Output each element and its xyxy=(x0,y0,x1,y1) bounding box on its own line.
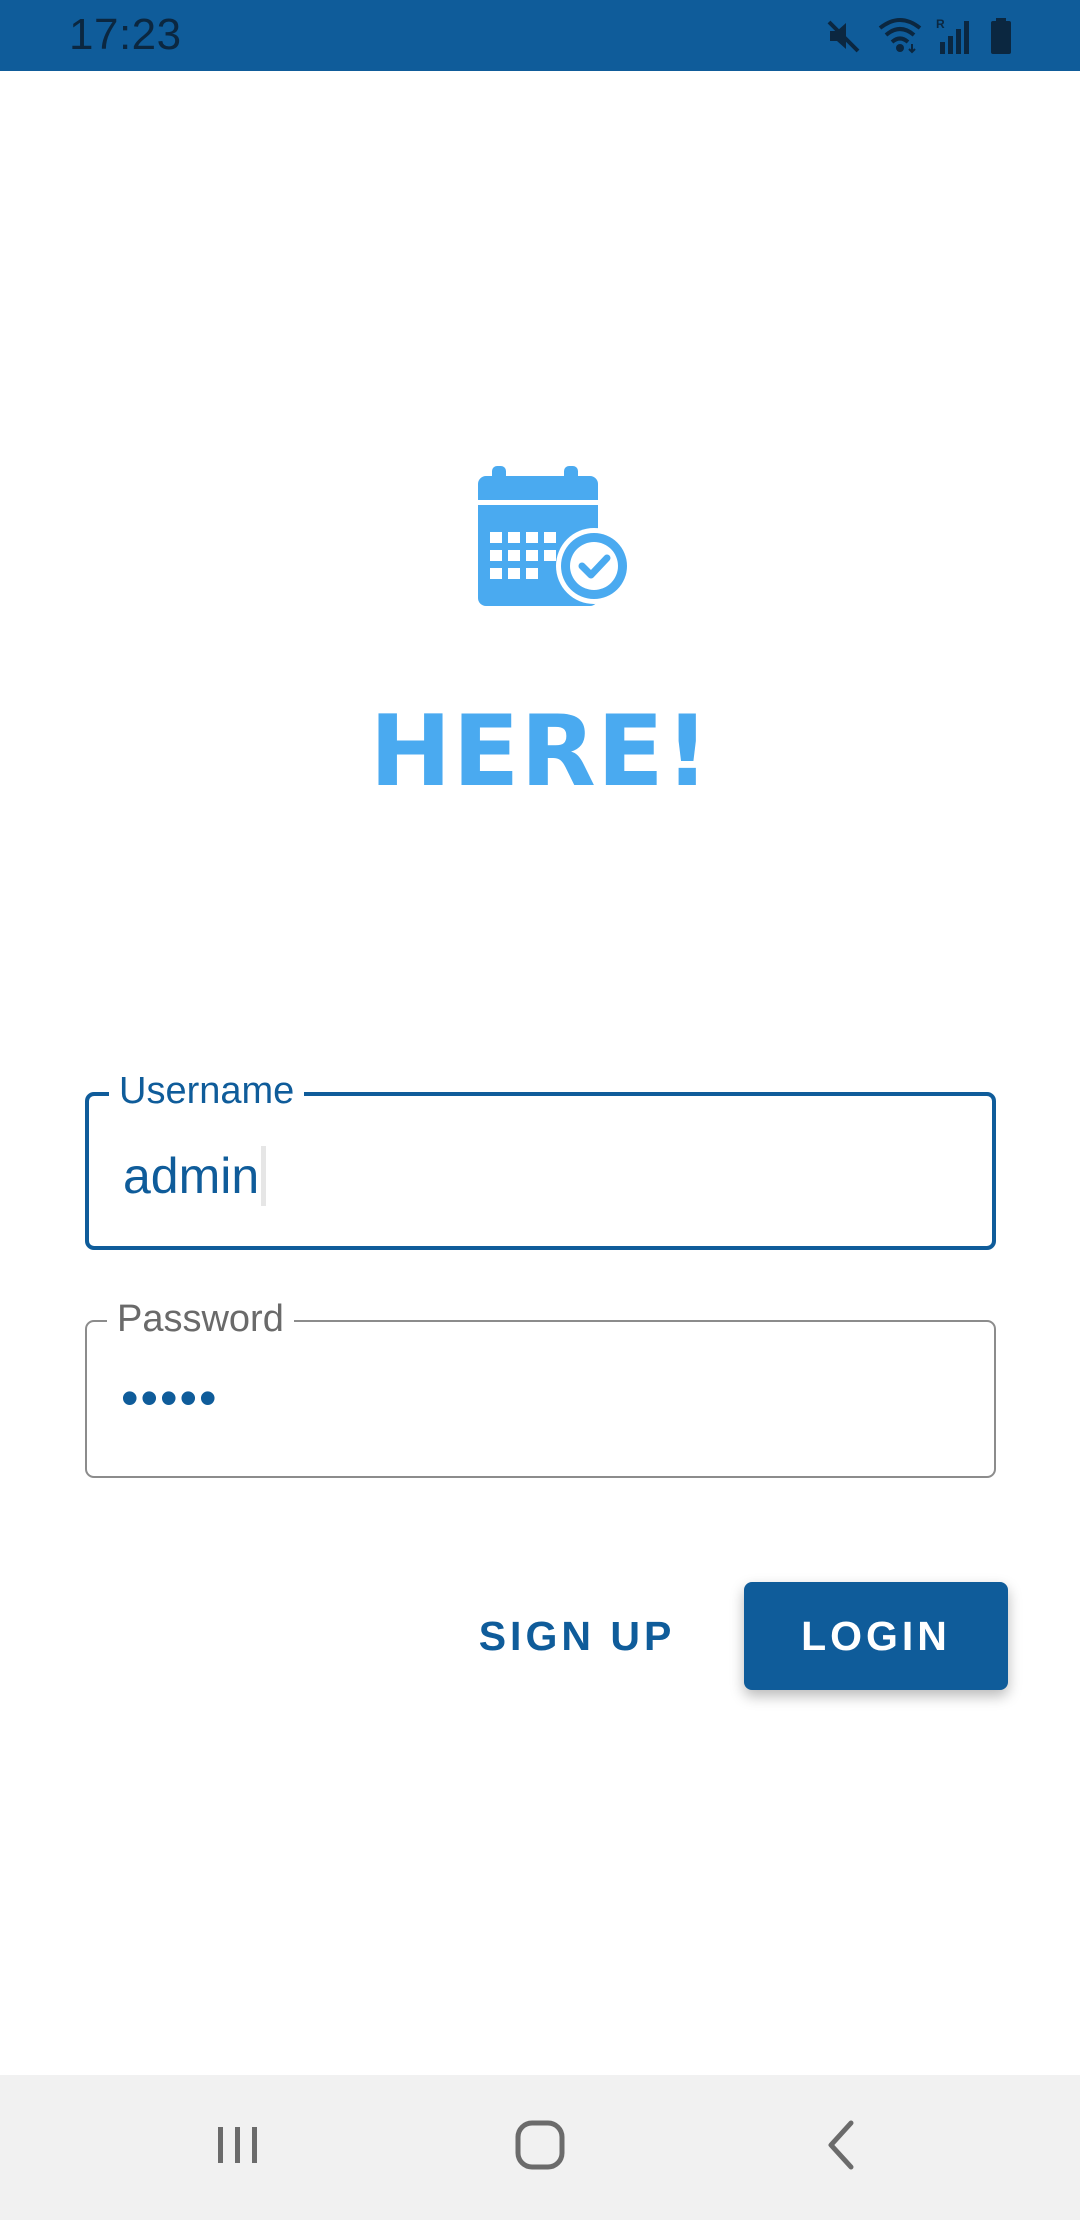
status-icons: R xyxy=(824,14,1014,58)
recents-icon[interactable] xyxy=(183,2095,293,2195)
navigation-bar xyxy=(0,2075,1080,2220)
mute-icon xyxy=(824,16,864,56)
status-time: 17:23 xyxy=(69,10,182,59)
status-bar: 17:23 R xyxy=(0,0,1080,71)
password-value: ••••• xyxy=(121,1370,219,1426)
text-cursor xyxy=(261,1146,267,1206)
username-value: admin xyxy=(123,1148,260,1204)
signup-button[interactable]: SIGN UP xyxy=(470,1580,684,1692)
password-label: Password xyxy=(107,1297,294,1341)
svg-text:R: R xyxy=(936,17,945,31)
battery-icon xyxy=(988,16,1014,56)
username-label: Username xyxy=(109,1069,305,1113)
app-title: HERE! xyxy=(369,695,711,809)
signal-icon: R xyxy=(936,16,974,56)
username-field[interactable]: Username admin xyxy=(85,1069,996,1250)
username-input[interactable]: admin xyxy=(123,1146,267,1206)
login-button[interactable]: LOGIN xyxy=(744,1582,1008,1690)
password-field[interactable]: Password ••••• xyxy=(85,1297,996,1478)
calendar-check-icon xyxy=(476,466,636,616)
home-icon[interactable] xyxy=(485,2095,595,2195)
password-input[interactable]: ••••• xyxy=(121,1368,219,1428)
back-icon[interactable] xyxy=(788,2095,898,2195)
wifi-icon xyxy=(878,16,922,56)
